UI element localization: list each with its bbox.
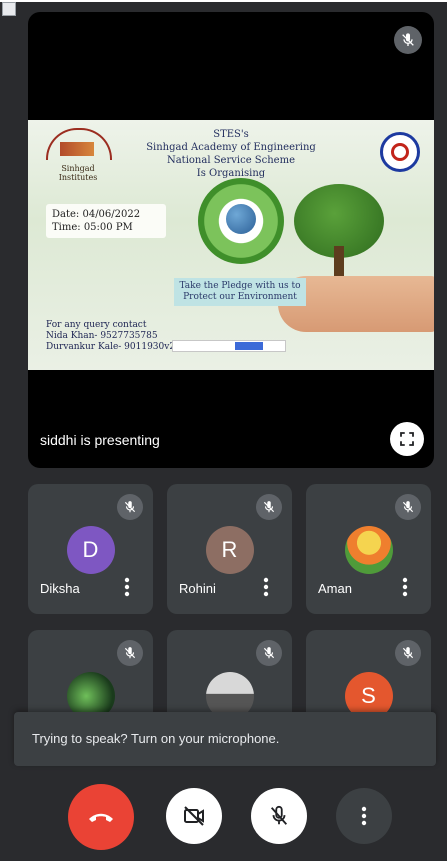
more-options-button[interactable] xyxy=(336,788,392,844)
contact-line: For any query contact xyxy=(46,320,147,330)
presenting-status: siddhi is presenting xyxy=(40,432,160,448)
avatar: D xyxy=(66,526,115,574)
participant-tile-rohini[interactable]: R Rohini xyxy=(167,484,292,614)
shared-slide: Sinhgad Institutes STES's Sinhgad Academ… xyxy=(28,120,434,370)
slide-form-bar xyxy=(172,340,286,352)
phone-hangup-icon xyxy=(89,813,113,822)
participant-name: Rohini xyxy=(179,581,216,596)
fullscreen-button[interactable] xyxy=(390,422,424,456)
more-vert-icon xyxy=(124,577,130,597)
tree-illustration xyxy=(294,184,384,284)
mic-muted-icon xyxy=(256,494,282,520)
mic-muted-icon xyxy=(395,494,421,520)
event-date: Date: 04/06/2022 xyxy=(52,209,141,220)
toast-message: Trying to speak? Turn on your microphone… xyxy=(32,731,280,746)
slide-title-line: Sinhgad Academy of Engineering xyxy=(146,142,316,153)
mic-muted-icon xyxy=(117,494,143,520)
camera-toggle-button[interactable] xyxy=(166,788,222,844)
event-datetime: Date: 04/06/2022 Time: 05:00 PM xyxy=(46,204,166,238)
presenter-mic-muted-icon xyxy=(394,26,422,54)
more-vert-icon xyxy=(402,577,408,597)
slide-title: STES's Sinhgad Academy of Engineering Na… xyxy=(134,128,328,180)
participant-name: Diksha xyxy=(40,581,80,596)
participant-tile-diksha[interactable]: D Diksha xyxy=(28,484,153,614)
environment-emblem xyxy=(198,178,284,264)
pledge-line: Take the Pledge with us to xyxy=(179,281,301,291)
nss-logo xyxy=(380,132,420,172)
event-time: Time: 05:00 PM xyxy=(52,222,133,233)
presenter-tile[interactable]: Sinhgad Institutes STES's Sinhgad Academ… xyxy=(28,12,434,468)
sinhgad-logo: Sinhgad Institutes xyxy=(42,128,114,182)
avatar-photo xyxy=(344,526,393,574)
end-call-button[interactable] xyxy=(68,784,134,850)
mic-muted-icon xyxy=(256,640,282,666)
mic-toggle-button[interactable] xyxy=(251,788,307,844)
slide-title-line: STES's xyxy=(213,129,249,140)
sinhgad-logo-text: Sinhgad Institutes xyxy=(58,164,98,182)
slide-title-line: National Service Scheme xyxy=(166,155,296,166)
participant-tile-aman[interactable]: Aman xyxy=(306,484,431,614)
more-options-button[interactable] xyxy=(395,576,415,598)
more-vert-icon xyxy=(263,577,269,597)
mic-muted-icon xyxy=(117,640,143,666)
fullscreen-icon xyxy=(400,432,414,446)
more-options-button[interactable] xyxy=(117,576,137,598)
pledge-line: Protect our Environment xyxy=(183,292,297,302)
pledge-banner: Take the Pledge with us to Protect our E… xyxy=(174,278,306,306)
mic-suggestion-toast[interactable]: Trying to speak? Turn on your microphone… xyxy=(14,712,436,766)
camera-off-icon xyxy=(184,806,204,826)
participant-name: Aman xyxy=(318,581,352,596)
mic-off-icon xyxy=(270,805,288,825)
more-options-button[interactable] xyxy=(256,576,276,598)
mic-muted-icon xyxy=(395,640,421,666)
frame-corner-mark xyxy=(2,2,16,16)
more-vert-icon xyxy=(361,806,367,826)
avatar: R xyxy=(205,526,254,574)
